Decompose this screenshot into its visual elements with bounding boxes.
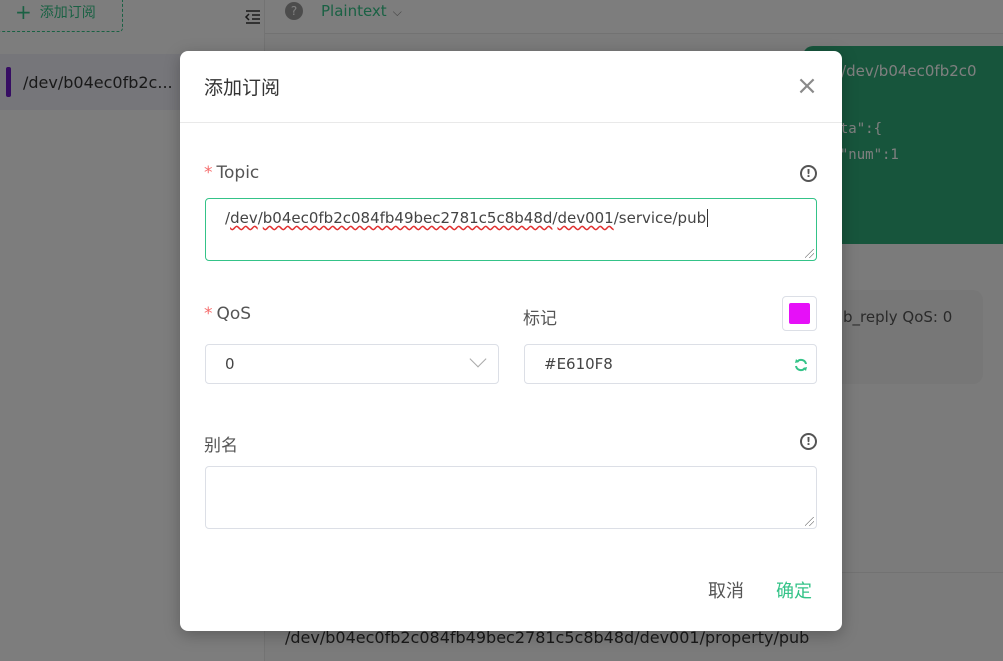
required-mark: * bbox=[204, 163, 213, 183]
dialog-title: 添加订阅 bbox=[204, 77, 281, 99]
mark-color-value: #E610F8 bbox=[544, 355, 613, 373]
dialog-footer: 取消 确定 bbox=[708, 577, 812, 603]
qos-select[interactable]: 0 bbox=[205, 344, 499, 384]
chevron-down-icon bbox=[469, 350, 487, 368]
info-icon[interactable]: ! bbox=[800, 165, 817, 182]
color-picker[interactable] bbox=[782, 296, 817, 331]
topic-label: * Topic bbox=[204, 163, 259, 183]
mark-label: 标记 bbox=[523, 309, 557, 329]
color-swatch-fill bbox=[789, 303, 810, 324]
info-icon[interactable]: ! bbox=[800, 433, 817, 450]
topic-input[interactable]: /dev/b04ec0fb2c084fb49bec2781c5c8b48d/de… bbox=[205, 198, 817, 261]
resize-handle[interactable] bbox=[805, 249, 814, 258]
resize-handle[interactable] bbox=[805, 517, 814, 526]
alias-input[interactable] bbox=[205, 466, 817, 529]
alias-label: 别名 bbox=[204, 436, 238, 456]
qos-label-text: QoS bbox=[216, 304, 252, 324]
refresh-icon[interactable] bbox=[794, 357, 808, 372]
qos-label: * QoS bbox=[204, 304, 251, 324]
required-mark: * bbox=[204, 304, 213, 324]
qos-value: 0 bbox=[225, 355, 235, 373]
close-icon[interactable]: × bbox=[796, 73, 818, 99]
confirm-button[interactable]: 确定 bbox=[776, 577, 812, 603]
topic-label-text: Topic bbox=[216, 163, 260, 183]
dialog-header: 添加订阅 × bbox=[180, 51, 842, 123]
topic-value: /dev/b04ec0fb2c084fb49bec2781c5c8b48d/de… bbox=[225, 209, 709, 227]
cancel-button[interactable]: 取消 bbox=[708, 577, 744, 603]
mark-color-input[interactable]: #E610F8 bbox=[524, 344, 817, 384]
add-subscription-dialog: 添加订阅 × * Topic ! /dev/b04ec0fb2c084fb49be… bbox=[180, 51, 842, 631]
